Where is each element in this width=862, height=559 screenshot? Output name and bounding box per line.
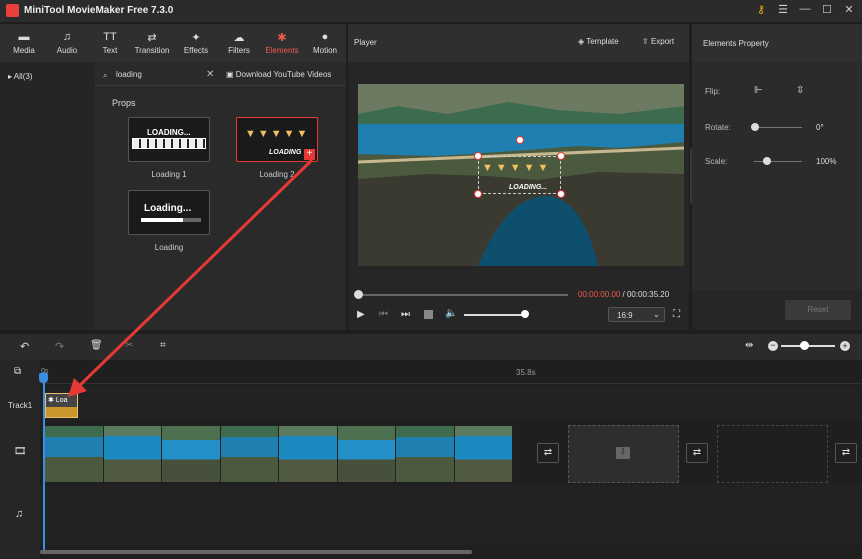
annotation-arrow bbox=[68, 158, 314, 397]
